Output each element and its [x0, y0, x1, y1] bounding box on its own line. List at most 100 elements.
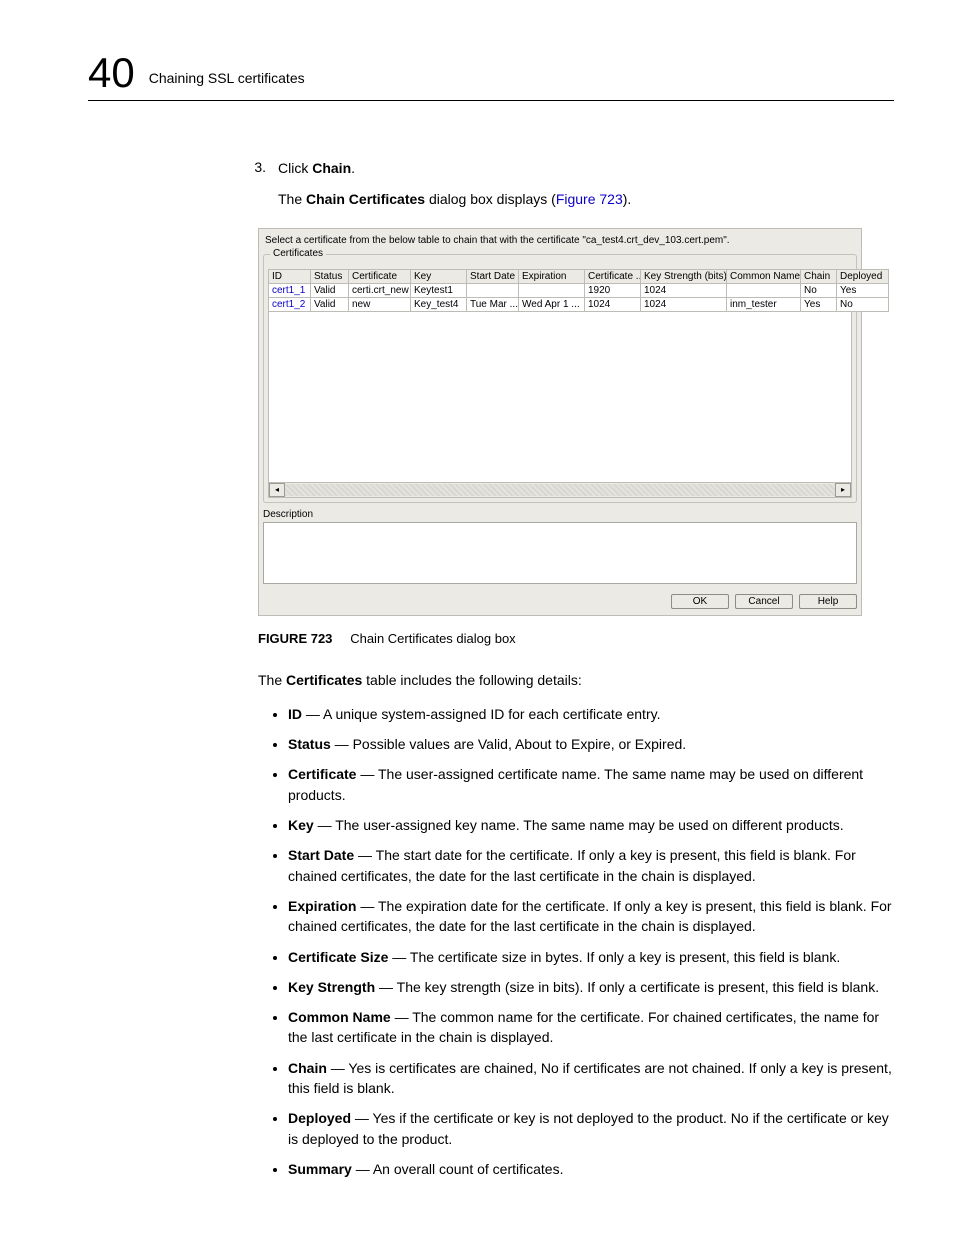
scroll-right-icon[interactable]: ▸	[835, 483, 851, 497]
item-label: Certificate	[288, 766, 356, 782]
scroll-left-icon[interactable]: ◂	[269, 483, 285, 497]
cell-status: Valid	[311, 297, 349, 311]
col-expiration[interactable]: Expiration	[519, 269, 585, 283]
table-row[interactable]: cert1_2 Valid new Key_test4 Tue Mar ... …	[269, 297, 889, 311]
step-number: 3.	[248, 159, 266, 179]
help-button[interactable]: Help	[799, 594, 857, 609]
list-item: Chain — Yes is certificates are chained,…	[288, 1058, 894, 1099]
horizontal-scrollbar[interactable]: ◂ ▸	[268, 482, 852, 498]
item-label: ID	[288, 706, 302, 722]
cell-cert: new	[349, 297, 411, 311]
chain-certificates-dialog: Select a certificate from the below tabl…	[258, 228, 862, 616]
col-chain[interactable]: Chain	[801, 269, 837, 283]
cell-kbits: 1024	[641, 297, 727, 311]
col-common-name[interactable]: Common Name	[727, 269, 801, 283]
figure-723: Select a certificate from the below tabl…	[258, 228, 894, 616]
ok-button[interactable]: OK	[671, 594, 729, 609]
item-text: — An overall count of certificates.	[352, 1161, 564, 1177]
chapter-header: 40 Chaining SSL certificates	[88, 52, 894, 101]
cell-chain: No	[801, 283, 837, 297]
cell-deployed: Yes	[837, 283, 889, 297]
cell-status: Valid	[311, 283, 349, 297]
table-intro: The Certificates table includes the foll…	[258, 670, 894, 690]
cell-csize: 1024	[585, 297, 641, 311]
chapter-number: 40	[88, 52, 135, 94]
step-sub-post: ).	[623, 191, 632, 207]
description-textarea[interactable]	[263, 522, 857, 584]
col-key[interactable]: Key	[411, 269, 467, 283]
item-text: — The start date for the certificate. If…	[288, 847, 856, 883]
cell-start	[467, 283, 519, 297]
list-item: Summary — An overall count of certificat…	[288, 1159, 894, 1179]
table-header-row[interactable]: ID Status Certificate Key Start Date Exp…	[269, 269, 889, 283]
step-action: Chain	[312, 160, 351, 176]
figure-link[interactable]: Figure 723	[556, 191, 623, 207]
item-label: Chain	[288, 1060, 327, 1076]
intro-bold: Certificates	[286, 672, 362, 688]
cell-id: cert1_2	[269, 297, 311, 311]
item-label: Key	[288, 817, 314, 833]
step-sub-mid: dialog box displays (	[425, 191, 556, 207]
cell-chain: Yes	[801, 297, 837, 311]
item-label: Start Date	[288, 847, 354, 863]
item-text: — Yes is certificates are chained, No if…	[288, 1060, 892, 1096]
step-sub-pre: The	[278, 191, 306, 207]
col-status[interactable]: Status	[311, 269, 349, 283]
item-label: Key Strength	[288, 979, 375, 995]
col-certificate[interactable]: Certificate	[349, 269, 411, 283]
list-item: Start Date — The start date for the cert…	[288, 845, 894, 886]
certificates-table[interactable]: ID Status Certificate Key Start Date Exp…	[268, 269, 889, 312]
list-item: Status — Possible values are Valid, Abou…	[288, 734, 894, 754]
cell-id: cert1_1	[269, 283, 311, 297]
list-item: ID — A unique system-assigned ID for eac…	[288, 704, 894, 724]
figure-label: FIGURE 723	[258, 631, 332, 646]
item-label: Status	[288, 736, 331, 752]
list-item: Deployed — Yes if the certificate or key…	[288, 1108, 894, 1149]
item-label: Expiration	[288, 898, 356, 914]
item-text: — The key strength (size in bits). If on…	[375, 979, 879, 995]
item-text: — A unique system-assigned ID for each c…	[302, 706, 660, 722]
item-text: — The user-assigned certificate name. Th…	[288, 766, 863, 802]
table-row[interactable]: cert1_1 Valid certi.crt_new Keytest1 192…	[269, 283, 889, 297]
col-key-strength[interactable]: Key Strength (bits)	[641, 269, 727, 283]
list-item: Expiration — The expiration date for the…	[288, 896, 894, 937]
item-label: Summary	[288, 1161, 352, 1177]
cell-start: Tue Mar ...	[467, 297, 519, 311]
item-text: — The certificate size in bytes. If only…	[388, 949, 840, 965]
item-label: Common Name	[288, 1009, 391, 1025]
step-suffix: .	[351, 160, 355, 176]
item-label: Certificate Size	[288, 949, 388, 965]
cancel-button[interactable]: Cancel	[735, 594, 793, 609]
list-item: Key — The user-assigned key name. The sa…	[288, 815, 894, 835]
item-text: — Possible values are Valid, About to Ex…	[331, 736, 686, 752]
item-label: Deployed	[288, 1110, 351, 1126]
cell-exp	[519, 283, 585, 297]
list-item: Common Name — The common name for the ce…	[288, 1007, 894, 1048]
scroll-track[interactable]	[285, 484, 835, 496]
dialog-instruction: Select a certificate from the below tabl…	[259, 229, 861, 254]
cell-key: Key_test4	[411, 297, 467, 311]
item-text: — The expiration date for the certificat…	[288, 898, 892, 934]
item-text: — The user-assigned key name. The same n…	[314, 817, 844, 833]
item-text: — Yes if the certificate or key is not d…	[288, 1110, 889, 1146]
cell-deployed: No	[837, 297, 889, 311]
cell-exp: Wed Apr 1 ...	[519, 297, 585, 311]
list-item: Key Strength — The key strength (size in…	[288, 977, 894, 997]
step-sub-bold: Chain Certificates	[306, 191, 425, 207]
description-label: Description	[263, 509, 857, 520]
cell-csize: 1920	[585, 283, 641, 297]
certificates-group-label: Certificates	[270, 248, 326, 259]
cell-cert: certi.crt_new	[349, 283, 411, 297]
col-deployed[interactable]: Deployed	[837, 269, 889, 283]
cell-kbits: 1024	[641, 283, 727, 297]
intro-post: table includes the following details:	[362, 672, 581, 688]
certificates-group: Certificates ID Status Cer	[263, 254, 857, 503]
col-cert-size[interactable]: Certificate ...	[585, 269, 641, 283]
chapter-title: Chaining SSL certificates	[149, 70, 305, 86]
cell-cn	[727, 283, 801, 297]
col-start-date[interactable]: Start Date	[467, 269, 519, 283]
details-list: ID — A unique system-assigned ID for eac…	[258, 704, 894, 1179]
list-item: Certificate Size — The certificate size …	[288, 947, 894, 967]
step-3: 3. Click Chain.	[248, 159, 894, 179]
col-id[interactable]: ID	[269, 269, 311, 283]
